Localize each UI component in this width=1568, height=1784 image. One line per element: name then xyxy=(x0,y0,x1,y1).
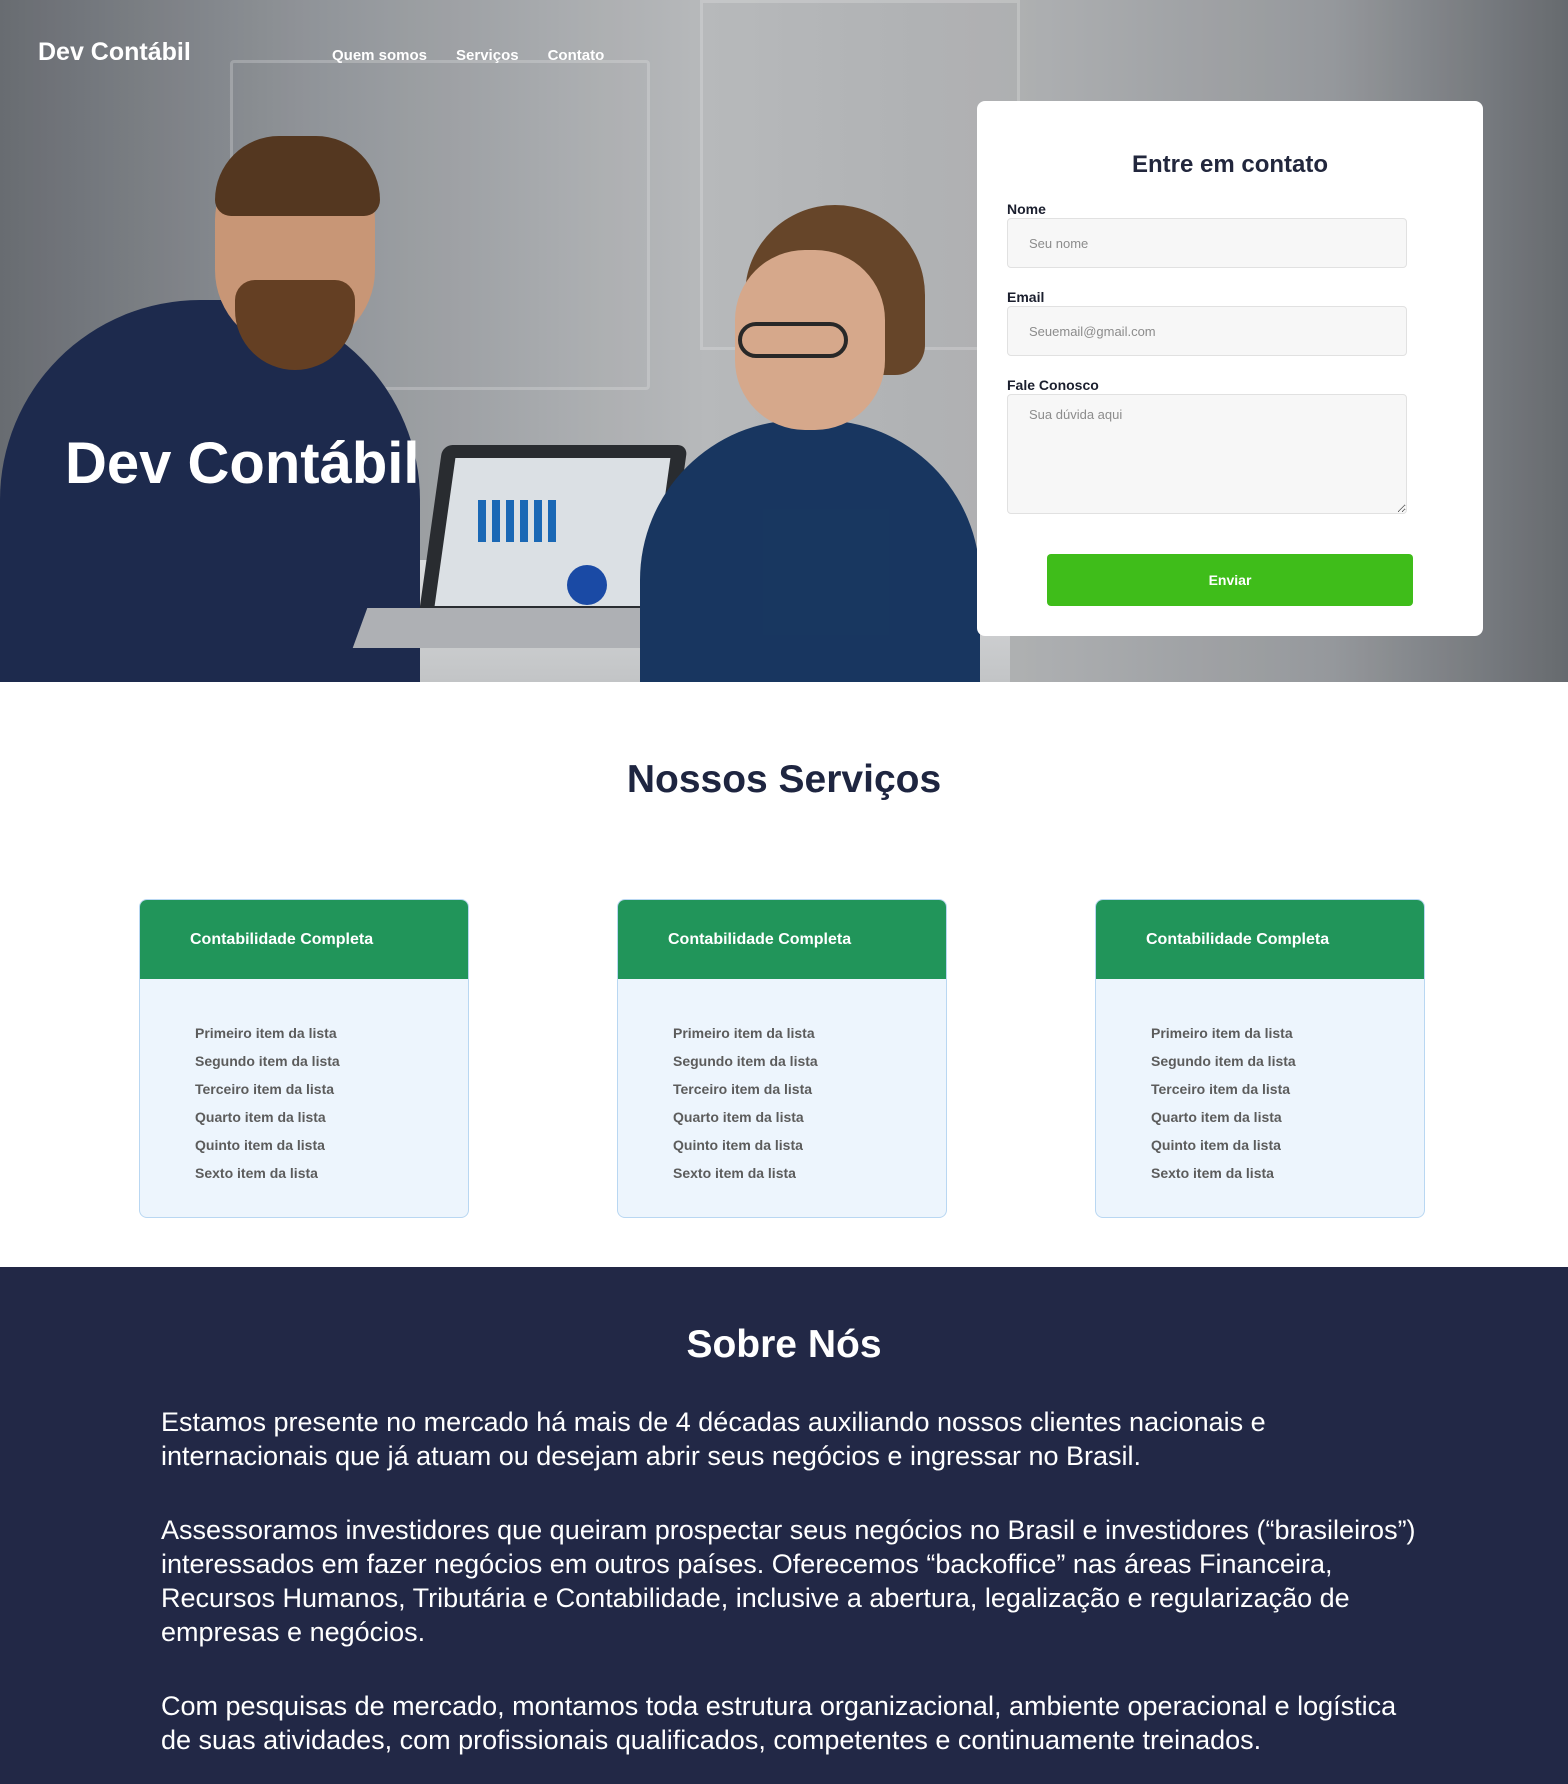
list-item: Segundo item da lista xyxy=(195,1053,340,1069)
about-paragraph: Com pesquisas de mercado, montamos toda … xyxy=(161,1691,1397,1755)
name-input[interactable] xyxy=(1007,218,1407,268)
send-button[interactable]: Enviar xyxy=(1047,554,1413,606)
list-item: Segundo item da lista xyxy=(1151,1053,1296,1069)
list-item: Segundo item da lista xyxy=(673,1053,818,1069)
message-textarea[interactable] xyxy=(1007,394,1407,514)
list-item: Primeiro item da lista xyxy=(1151,1025,1293,1041)
service-card: Contabilidade Completa Primeiro item da … xyxy=(1095,899,1425,1218)
service-list: Primeiro item da lista Segundo item da l… xyxy=(1096,979,1424,1187)
service-list: Primeiro item da lista Segundo item da l… xyxy=(140,979,468,1187)
contact-form-title: Entre em contato xyxy=(1131,151,1329,178)
service-card-title: Contabilidade Completa xyxy=(1096,900,1424,979)
list-item: Sexto item da lista xyxy=(673,1165,796,1181)
list-item: Terceiro item da lista xyxy=(673,1081,813,1097)
list-item: Sexto item da lista xyxy=(1151,1165,1274,1181)
list-item: Quarto item da lista xyxy=(195,1109,326,1125)
list-item: Quinto item da lista xyxy=(195,1137,325,1153)
service-card-title: Contabilidade Completa xyxy=(140,900,468,979)
hero-title: Dev Contábil xyxy=(65,431,420,496)
list-item: Terceiro item da lista xyxy=(1151,1081,1291,1097)
list-item: Quinto item da lista xyxy=(1151,1137,1281,1153)
list-item: Terceiro item da lista xyxy=(195,1081,335,1097)
nav-link-servicos[interactable]: Serviços xyxy=(456,47,519,64)
contact-form: Entre em contato Nome Email Fale Conosco… xyxy=(977,101,1483,636)
list-item: Primeiro item da lista xyxy=(195,1025,337,1041)
service-card-title: Contabilidade Completa xyxy=(618,900,946,979)
list-item: Quarto item da lista xyxy=(1151,1109,1282,1125)
about-section: Sobre Nós Estamos presente no mercado há… xyxy=(0,1267,1568,1784)
email-label: Email xyxy=(1007,289,1045,305)
list-item: Sexto item da lista xyxy=(195,1165,318,1181)
service-list: Primeiro item da lista Segundo item da l… xyxy=(618,979,946,1187)
service-card: Contabilidade Completa Primeiro item da … xyxy=(617,899,947,1218)
service-card: Contabilidade Completa Primeiro item da … xyxy=(139,899,469,1218)
nav-link-quem-somos[interactable]: Quem somos xyxy=(332,47,427,64)
site-logo[interactable]: Dev Contábil xyxy=(38,38,191,67)
hero-section: Dev Contábil Quem somos Serviços Contato… xyxy=(0,0,1568,682)
list-item: Primeiro item da lista xyxy=(673,1025,815,1041)
message-label: Fale Conosco xyxy=(1007,377,1099,393)
name-label: Nome xyxy=(1007,201,1046,217)
list-item: Quinto item da lista xyxy=(673,1137,803,1153)
services-title: Nossos Serviços xyxy=(626,758,942,801)
list-item: Quarto item da lista xyxy=(673,1109,804,1125)
main-nav: Quem somos Serviços Contato xyxy=(332,47,604,64)
about-paragraph: Estamos presente no mercado há mais de 4… xyxy=(161,1407,1266,1471)
nav-link-contato[interactable]: Contato xyxy=(548,47,605,64)
about-paragraph: Assessoramos investidores que queiram pr… xyxy=(161,1515,1416,1647)
about-title: Sobre Nós xyxy=(686,1323,882,1366)
email-input[interactable] xyxy=(1007,306,1407,356)
